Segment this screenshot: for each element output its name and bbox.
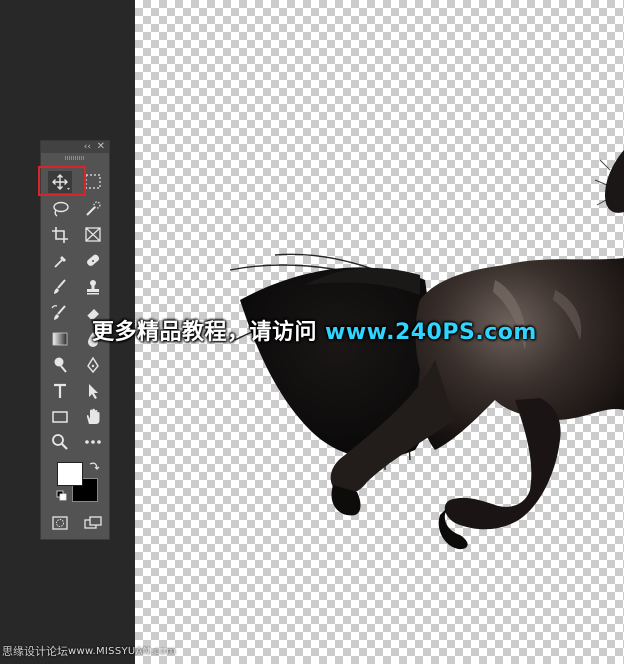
brush-tool[interactable] — [48, 276, 72, 298]
screen-mode-tool[interactable] — [81, 512, 105, 534]
quick-selection-icon — [86, 201, 101, 216]
lasso-icon — [53, 201, 69, 217]
hand-icon — [86, 408, 100, 424]
move-tool-highlight — [38, 166, 86, 196]
quick-mask-tool[interactable] — [48, 512, 72, 534]
watermark: 更多精品教程，请访问 www.240PS.com — [92, 318, 537, 348]
path-selection-tool[interactable] — [81, 380, 105, 402]
more-tools[interactable] — [81, 431, 105, 453]
type-icon — [54, 383, 66, 398]
brush-icon — [54, 279, 66, 294]
healing-brush-tool[interactable] — [81, 250, 105, 272]
crop-icon — [52, 227, 68, 243]
zoom-icon — [52, 434, 68, 450]
eyedropper-icon — [54, 256, 66, 268]
frame-tool[interactable] — [81, 224, 105, 246]
eyedropper-tool[interactable] — [48, 250, 72, 272]
history-brush-tool[interactable] — [48, 302, 72, 324]
dodge-icon — [54, 357, 67, 373]
close-icon[interactable]: ✕ — [97, 141, 105, 153]
healing-brush-icon — [87, 254, 100, 266]
more-icon — [85, 440, 101, 444]
quick-selection-tool[interactable] — [81, 198, 105, 220]
rectangle-icon — [52, 411, 68, 423]
foreground-color-swatch[interactable] — [57, 462, 83, 486]
type-tool[interactable] — [48, 380, 72, 402]
zoom-tool[interactable] — [48, 431, 72, 453]
swap-colors-icon[interactable] — [88, 460, 100, 472]
frame-icon — [85, 227, 101, 242]
footer-url: www.MISSYUAN.com — [68, 646, 177, 657]
quick-mask-icon — [52, 516, 68, 530]
pen-icon — [87, 356, 99, 374]
rectangle-tool[interactable] — [48, 406, 72, 428]
path-selection-icon — [89, 384, 98, 399]
clone-stamp-icon — [87, 280, 99, 295]
dodge-tool[interactable] — [48, 354, 72, 376]
watermark-text: 更多精品教程，请访问 — [92, 320, 318, 345]
default-colors-icon[interactable] — [56, 490, 68, 502]
pen-tool[interactable] — [81, 354, 105, 376]
collapse-icon[interactable]: ‹‹ — [84, 141, 91, 153]
tools-panel-header[interactable]: ‹‹ ✕ — [41, 141, 109, 153]
footer-site-name: 思缘设计论坛 — [2, 645, 68, 658]
hand-tool[interactable] — [81, 406, 105, 428]
screen-mode-icon — [84, 516, 102, 529]
crop-tool[interactable] — [48, 224, 72, 246]
history-brush-icon — [51, 305, 66, 320]
gradient-icon — [52, 332, 68, 346]
panel-grip[interactable] — [65, 156, 85, 160]
clone-stamp-tool[interactable] — [81, 276, 105, 298]
footer-watermark: 思缘设计论坛 www.MISSYUAN.com — [0, 639, 624, 664]
lasso-tool[interactable] — [48, 198, 72, 220]
gradient-tool[interactable] — [48, 328, 72, 350]
watermark-url: www.240PS.com — [325, 320, 537, 345]
